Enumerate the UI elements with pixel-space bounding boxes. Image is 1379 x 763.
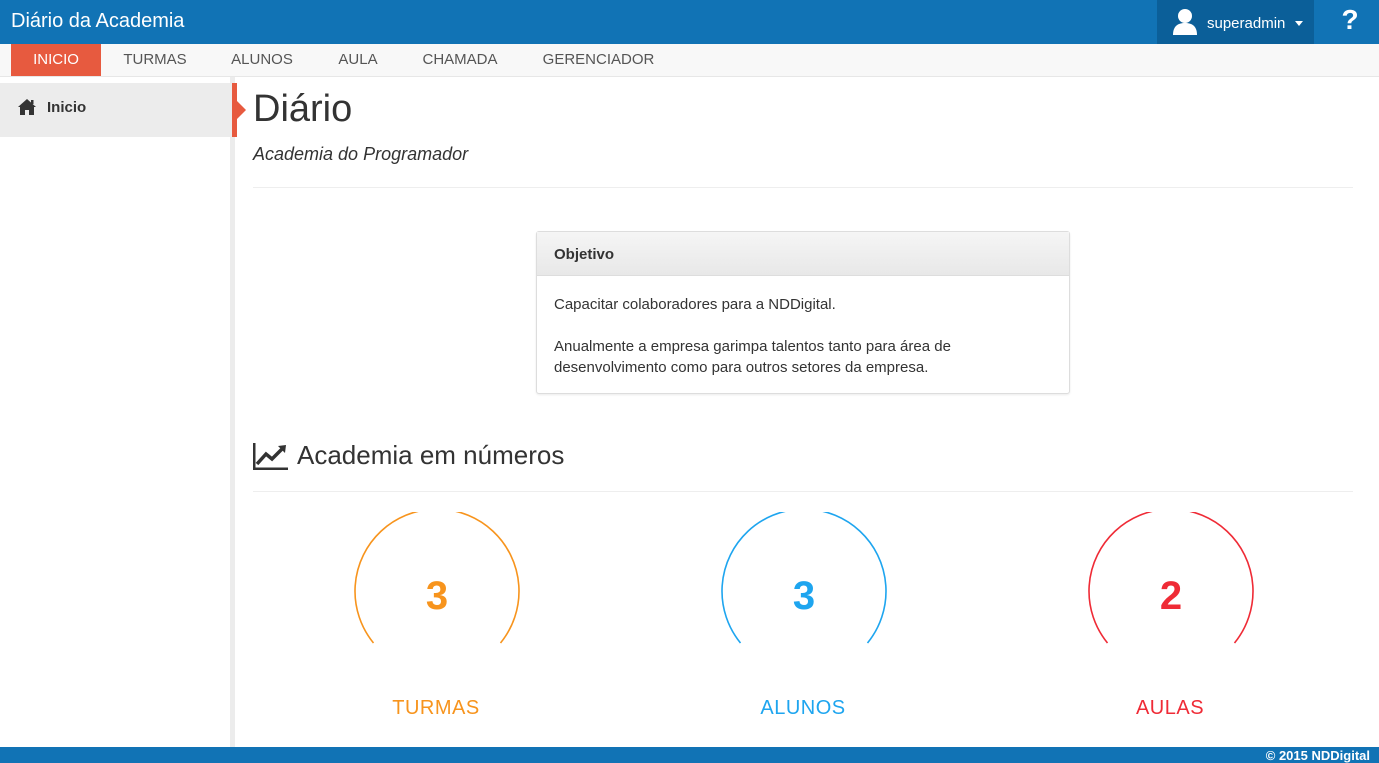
stat-label: TURMAS (392, 697, 480, 719)
page-subtitle: Academia do Programador (253, 144, 469, 164)
objective-panel: Objetivo Capacitar colaboradores para a … (536, 231, 1070, 394)
stat-value: 2 (1159, 574, 1183, 618)
tab-alunos[interactable]: ALUNOS (216, 44, 308, 76)
user-name: superadmin (1207, 15, 1286, 32)
stat-gauge-turmas: 3 (352, 512, 522, 647)
tab-gerenciador[interactable]: GERENCIADOR (527, 44, 670, 76)
panel-paragraph: Capacitar colaboradores para a NDDigital… (554, 296, 836, 313)
stat-gauge-aulas: 2 (1086, 512, 1256, 647)
home-icon (18, 99, 36, 115)
divider (253, 187, 1353, 188)
line-chart-icon (253, 443, 288, 470)
top-bar: Diário da Academia superadmin ? (0, 0, 1379, 44)
tab-turmas[interactable]: TURMAS (109, 44, 201, 76)
stat-label: AULAS (1135, 697, 1205, 719)
page-title: Diário (253, 88, 353, 130)
active-arrow (237, 101, 246, 119)
divider (253, 491, 1353, 492)
section-title: Academia em números (297, 440, 565, 470)
footer-copyright: © 2015 NDDigital (1265, 748, 1370, 763)
tab-aula[interactable]: AULA (323, 44, 393, 76)
stat-gauge-alunos: 3 (719, 512, 889, 647)
stat-label: ALUNOS (760, 697, 846, 719)
tab-chamada[interactable]: CHAMADA (408, 44, 512, 76)
app-title[interactable]: Diário da Academia (11, 10, 184, 33)
caret-down-icon (1295, 21, 1303, 26)
sidebar-item-label: Inicio (47, 99, 87, 116)
tab-inicio[interactable]: INICIO (11, 44, 101, 76)
panel-heading: Objetivo (537, 232, 1069, 276)
panel-paragraph: Anualmente a empresa garimpa talentos ta… (554, 338, 951, 376)
main-nav: INICIO TURMAS ALUNOS AULA CHAMADA GERENC… (0, 44, 1379, 77)
panel-body: Capacitar colaboradores para a NDDigital… (537, 276, 1069, 396)
sidebar-item-inicio[interactable]: Inicio (0, 83, 232, 137)
user-icon (1173, 9, 1197, 35)
footer: © 2015 NDDigital (0, 747, 1379, 763)
user-menu-button[interactable]: superadmin (1157, 0, 1314, 44)
help-button[interactable]: ? (1335, 4, 1365, 40)
sidebar: Inicio (0, 77, 235, 747)
stat-value: 3 (425, 574, 449, 618)
stat-value: 3 (792, 574, 816, 618)
